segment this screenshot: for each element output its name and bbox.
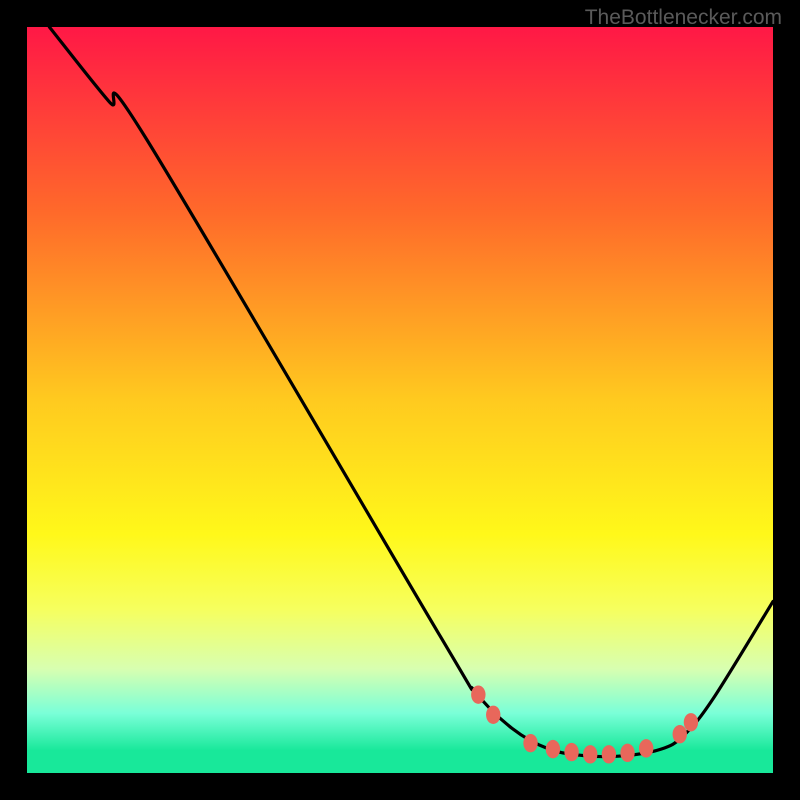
gradient-background [27, 27, 773, 773]
chart-area [27, 27, 773, 773]
attribution-text: TheBottlenecker.com [585, 6, 782, 30]
